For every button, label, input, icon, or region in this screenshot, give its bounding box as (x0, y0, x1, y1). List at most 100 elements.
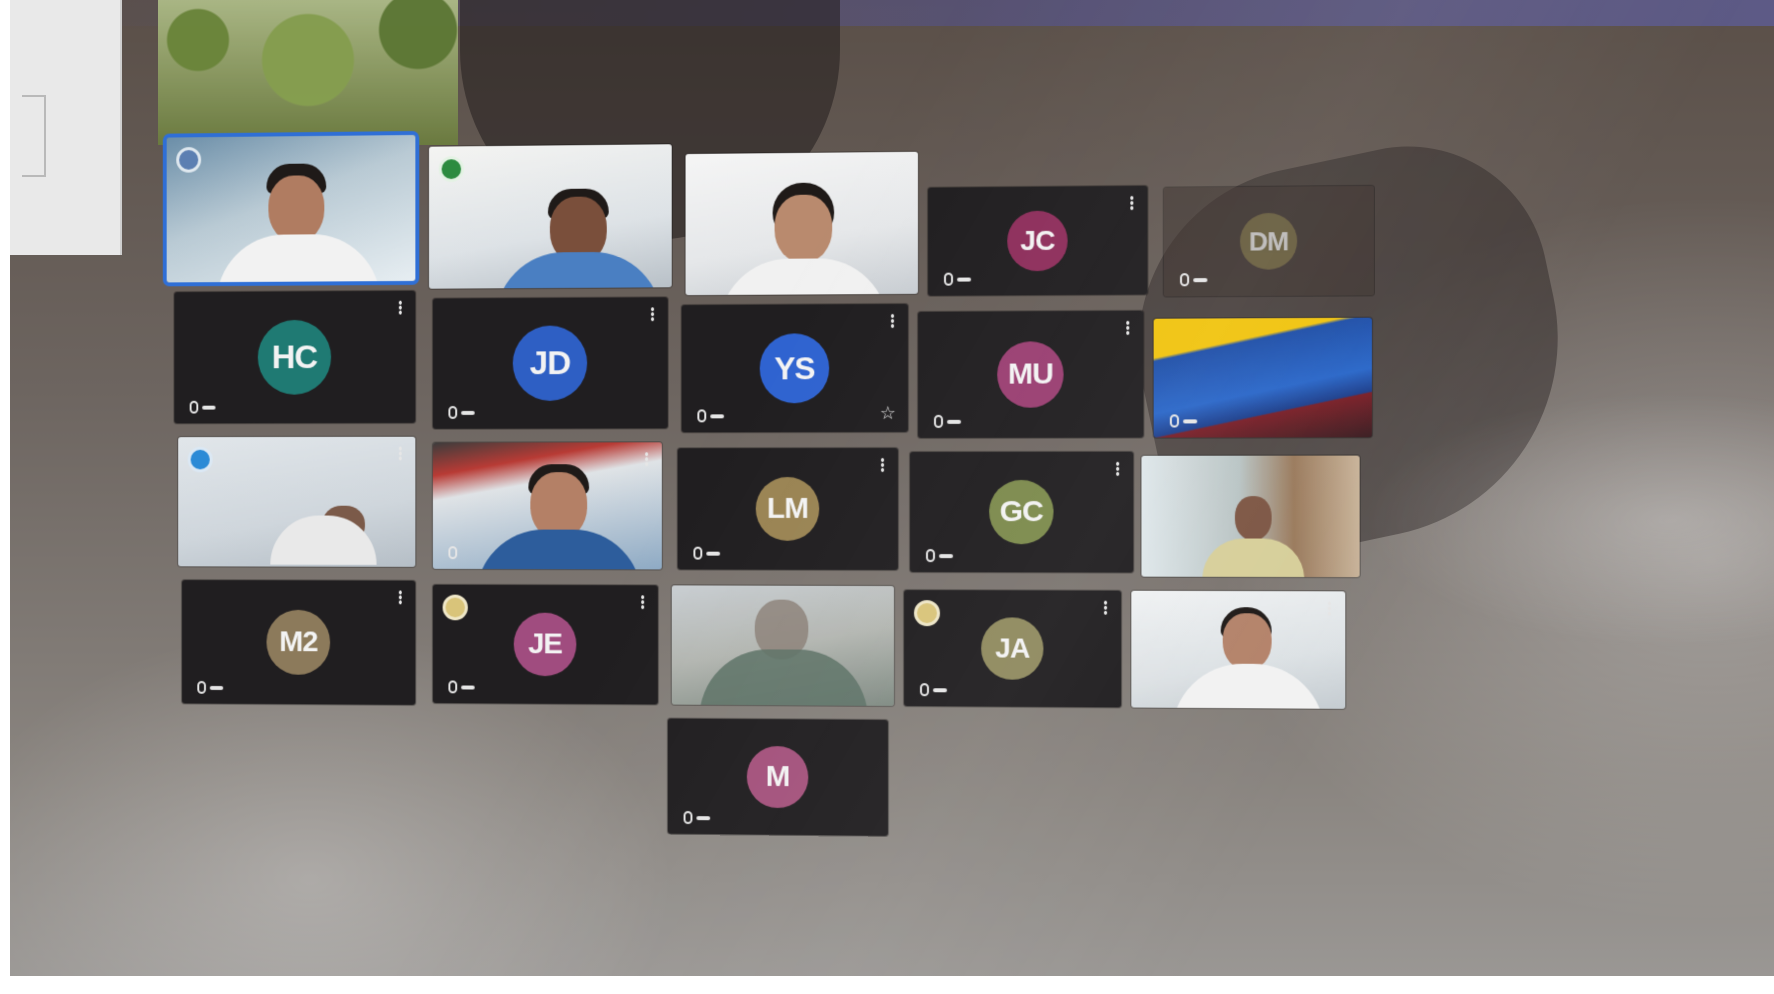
participant-tile-p11[interactable] (178, 436, 416, 567)
person-head (1234, 496, 1272, 541)
audio-level-bar (706, 551, 721, 556)
more-options-icon[interactable] (1116, 461, 1120, 477)
participant-avatar: JE (513, 612, 577, 677)
more-options-icon[interactable] (398, 590, 402, 606)
more-options-icon[interactable] (398, 446, 402, 462)
participant-tile-p17[interactable]: JE (432, 584, 658, 705)
participant-avatar: MU (997, 341, 1064, 408)
participant-tile-p19[interactable]: JA (903, 590, 1122, 708)
audio-level-bar (461, 410, 475, 415)
participant-avatar: JC (1007, 210, 1068, 272)
person-head (268, 175, 325, 243)
person-body (699, 649, 869, 707)
more-options-icon[interactable] (1126, 320, 1130, 336)
mic-icon (448, 406, 458, 419)
person-body (719, 258, 889, 296)
mic-indicator (925, 549, 954, 563)
participant-tile-p6[interactable]: HC (174, 290, 416, 424)
participant-tile-p18[interactable] (671, 585, 894, 707)
audio-level-bar (461, 684, 475, 690)
mic-icon (944, 272, 954, 286)
mic-indicator (448, 406, 475, 419)
participant-tile-p21[interactable]: M (667, 718, 889, 836)
audio-level-bar (710, 413, 725, 418)
more-options-icon[interactable] (1327, 601, 1331, 617)
more-options-icon[interactable] (641, 595, 645, 611)
more-options-icon[interactable] (881, 458, 885, 474)
mic-indicator (1180, 273, 1208, 287)
person-head (1222, 613, 1272, 670)
mic-indicator (693, 546, 721, 560)
mic-icon (1169, 414, 1179, 428)
mic-icon (448, 680, 458, 694)
person-body (475, 529, 643, 570)
participant-tile-p10[interactable] (1153, 317, 1372, 438)
mic-indicator (919, 683, 948, 697)
audio-level-bar (1183, 418, 1198, 423)
participant-tile-p12[interactable] (432, 442, 662, 570)
audio-level-bar (938, 553, 954, 558)
participant-avatar: HC (257, 319, 332, 395)
person-body (216, 233, 381, 283)
mic-icon (925, 549, 935, 563)
mic-indicator (697, 409, 725, 423)
audio-level-bar (947, 419, 962, 424)
mic-icon (448, 546, 458, 560)
participant-avatar: M (746, 745, 809, 809)
more-options-icon[interactable] (645, 452, 649, 468)
audio-level-bar (1193, 277, 1208, 282)
audio-level-bar (957, 277, 972, 282)
status-badge-icon (438, 156, 464, 183)
participant-tile-p4[interactable]: JC (927, 185, 1148, 296)
more-options-icon[interactable] (1130, 195, 1134, 212)
participant-tile-p13[interactable]: LM (677, 447, 898, 571)
mic-indicator (448, 546, 458, 560)
person-body (495, 251, 662, 289)
mic-indicator (683, 811, 711, 825)
participant-tile-p1[interactable] (166, 134, 416, 283)
mic-indicator (933, 414, 962, 428)
star-icon[interactable]: ☆ (880, 403, 896, 424)
mic-icon (683, 811, 693, 825)
participant-tile-p20[interactable] (1131, 590, 1346, 709)
participant-tile-p7[interactable]: JD (432, 297, 668, 429)
mic-icon (697, 409, 707, 423)
mic-icon (933, 414, 944, 428)
mic-icon (197, 681, 206, 694)
mic-indicator (189, 400, 216, 414)
audio-level-bar (202, 405, 216, 410)
person-body (1171, 663, 1325, 709)
more-options-icon[interactable] (398, 300, 402, 316)
mic-icon (1180, 273, 1190, 287)
participant-avatar: M2 (266, 609, 331, 675)
more-options-icon[interactable] (891, 313, 894, 330)
participant-avatar: JA (981, 617, 1044, 680)
more-options-icon[interactable] (651, 307, 654, 323)
participant-tile-p9[interactable]: MU (917, 310, 1144, 438)
mic-icon (919, 683, 929, 697)
mic-indicator (197, 681, 224, 694)
participant-tile-p8[interactable]: YS ☆ (681, 303, 908, 433)
status-badge-icon (442, 594, 468, 621)
audio-level-bar (932, 687, 948, 692)
mic-indicator (448, 680, 475, 694)
mic-icon (693, 546, 703, 560)
screen-photo: JC DM HC JD YS ☆ MU LM GC M2 JE JA M (10, 0, 1774, 976)
participant-tile-p15[interactable] (1141, 455, 1360, 578)
participant-avatar: YS (759, 333, 830, 404)
participant-avatar: GC (989, 479, 1054, 545)
participant-tile-p5[interactable]: DM (1163, 185, 1375, 297)
person-head (774, 194, 833, 263)
participant-tile-p2[interactable] (428, 144, 672, 289)
participant-tile-p14[interactable]: GC (909, 451, 1134, 573)
participant-tile-p16[interactable]: M2 (181, 580, 416, 705)
mic-icon (189, 400, 199, 414)
mic-indicator (1169, 414, 1198, 428)
participant-avatar: JD (512, 325, 588, 401)
more-options-icon[interactable] (1104, 600, 1108, 616)
audio-level-bar (209, 685, 224, 690)
participant-tile-p3[interactable] (685, 151, 918, 296)
status-badge-icon (176, 146, 202, 173)
audio-level-bar (696, 815, 711, 820)
status-badge-icon (913, 600, 941, 627)
